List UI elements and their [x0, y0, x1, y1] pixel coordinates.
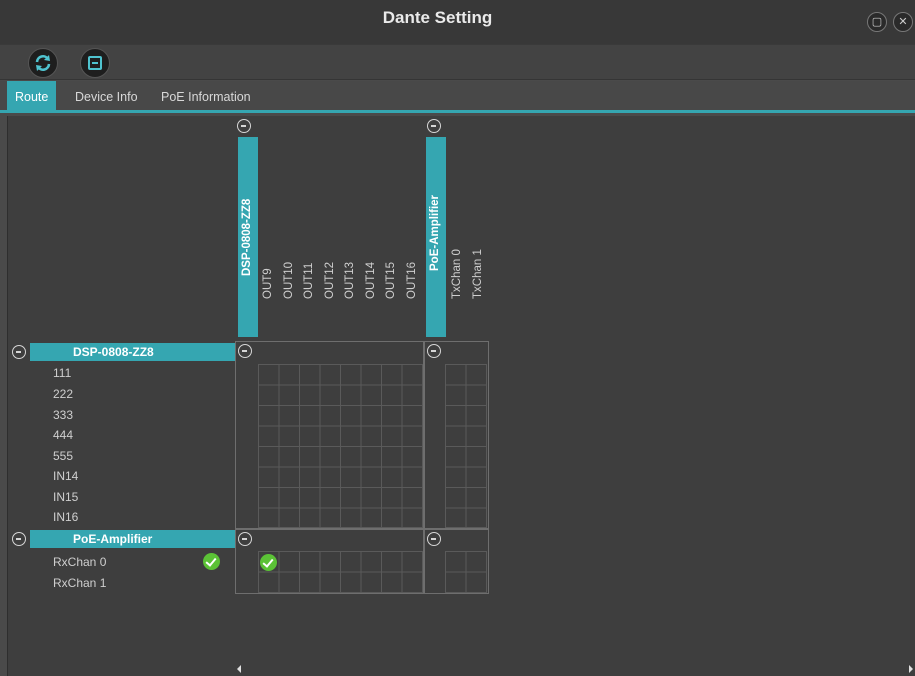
tx-channel: OUT15 — [385, 261, 397, 299]
tab-bar: Route Device Info PoE Information — [0, 81, 915, 113]
rx-collapse-dsp-icon[interactable] — [12, 345, 26, 359]
rx-device-name-dsp: DSP-0808-ZZ8 — [30, 343, 235, 361]
title-bar: Dante Setting ▢ ✕ — [0, 0, 915, 44]
rx-device-name-poe: PoE-Amplifier — [30, 530, 235, 548]
maximize-button[interactable]: ▢ — [867, 12, 887, 32]
tab-route[interactable]: Route — [7, 81, 57, 110]
collapse-button[interactable] — [80, 48, 110, 78]
maximize-icon: ▢ — [871, 16, 883, 28]
rx-channel: 333 — [53, 408, 74, 422]
toolbar — [0, 44, 915, 80]
rx-channel: RxChan 1 — [53, 576, 107, 590]
tx-channel: OUT9 — [262, 268, 274, 299]
close-button[interactable]: ✕ — [893, 12, 913, 32]
rx-channel: 111 — [53, 366, 72, 380]
tx-channel: OUT12 — [323, 261, 336, 299]
refresh-button[interactable] — [28, 48, 58, 78]
tx-channel: TxChan 1 — [471, 249, 484, 299]
tx-channel: OUT10 — [282, 261, 295, 299]
crosspoint-cells[interactable] — [258, 551, 423, 593]
tx-channel: TxChan 0 — [451, 249, 463, 299]
tx-collapse-poe-icon[interactable] — [427, 119, 441, 133]
rx-collapse-poe-icon[interactable] — [12, 532, 26, 546]
refresh-icon — [35, 55, 51, 71]
tx-device-name-dsp: DSP-0808-ZZ8 — [241, 198, 253, 276]
check-icon — [203, 553, 220, 570]
grid-dsp-dsp — [235, 341, 424, 529]
grid-collapse-icon[interactable] — [238, 532, 252, 546]
tx-channel: OUT16 — [405, 261, 418, 299]
tx-channel: OUT14 — [364, 261, 377, 299]
crosspoint-cells[interactable] — [258, 364, 423, 528]
rx-channel: 444 — [53, 428, 74, 442]
crosspoint-cells[interactable] — [445, 364, 487, 528]
rx-channel: 555 — [53, 449, 74, 463]
rx-channel: 222 — [53, 387, 74, 401]
tx-channel: OUT11 — [303, 262, 315, 299]
tx-device-name-poe: PoE-Amplifier — [429, 194, 441, 271]
rx-channel: IN16 — [53, 510, 79, 524]
tab-device-info[interactable]: Device Info — [67, 81, 146, 110]
rx-channel: IN15 — [53, 490, 79, 504]
scroll-left-arrow-icon[interactable] — [237, 665, 241, 673]
close-icon: ✕ — [898, 16, 908, 28]
collapse-icon — [88, 56, 102, 70]
grid-poe-dsp — [235, 529, 424, 594]
scroll-right-arrow-icon[interactable] — [909, 665, 913, 673]
rx-channel: IN14 — [53, 469, 79, 483]
grid-collapse-icon[interactable] — [427, 344, 441, 358]
dante-setting-window: Dante Setting ▢ ✕ Route Device Info PoE — [0, 0, 915, 676]
tx-collapse-dsp-icon[interactable] — [237, 119, 251, 133]
grid-dsp-poe — [424, 341, 489, 529]
route-matrix: DSP-0808-ZZ8 OUT9 OUT10 OUT11 OUT12 OUT1… — [7, 116, 915, 676]
tx-channel: OUT13 — [344, 261, 356, 299]
rx-channel: RxChan 0 — [53, 555, 107, 569]
tab-poe-information[interactable]: PoE Information — [153, 81, 259, 110]
route-check-icon[interactable] — [260, 554, 277, 571]
grid-collapse-icon[interactable] — [427, 532, 441, 546]
grid-collapse-icon[interactable] — [238, 344, 252, 358]
window-title: Dante Setting — [382, 8, 493, 27]
grid-poe-poe — [424, 529, 489, 594]
crosspoint-cells[interactable] — [445, 551, 487, 593]
